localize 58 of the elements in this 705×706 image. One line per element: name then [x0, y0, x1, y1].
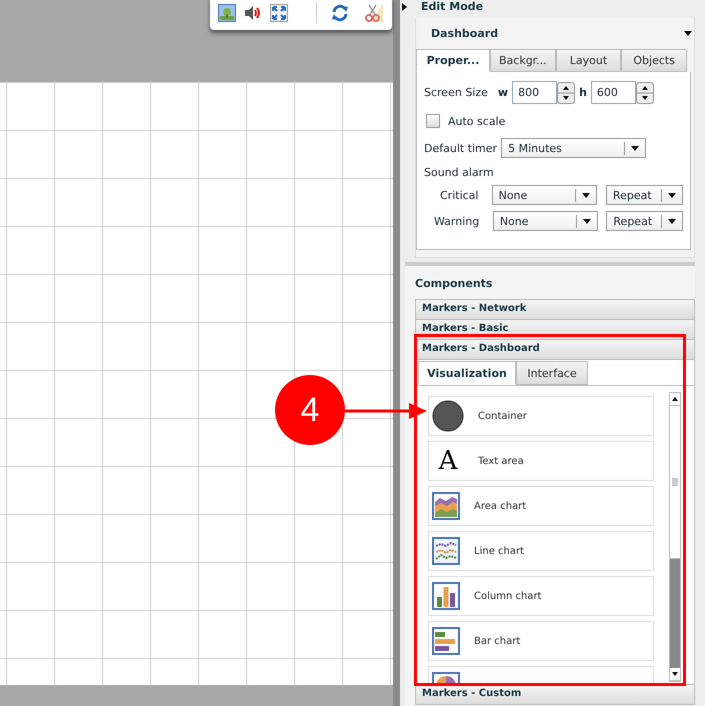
- scissors-icon[interactable]: [365, 4, 383, 22]
- checkbox[interactable]: [426, 114, 440, 128]
- width-label: w: [498, 86, 508, 99]
- image-icon[interactable]: [218, 4, 236, 22]
- tab[interactable]: Objects: [621, 49, 688, 72]
- accordion-header[interactable]: Markers - Custom: [415, 684, 695, 705]
- accordion-header[interactable]: Markers - Network: [415, 299, 695, 320]
- caret-icon: [631, 146, 640, 150]
- panel-title: Dashboard: [431, 27, 498, 40]
- grip-icon: [672, 478, 678, 486]
- field-label: Default timer: [424, 142, 498, 154]
- tab[interactable]: Backgr...: [490, 49, 556, 72]
- field-label: Sound alarm: [424, 166, 494, 179]
- bar-chart-icon: [432, 627, 460, 655]
- component-item[interactable]: Column chart: [428, 576, 654, 616]
- caret-icon: [684, 31, 692, 36]
- caret-icon: [668, 192, 676, 198]
- tab[interactable]: Visualization: [418, 361, 516, 385]
- component-item[interactable]: Bar chart: [428, 621, 654, 661]
- component-item[interactable]: A Text area: [428, 441, 654, 481]
- accordion-header[interactable]: Markers - Dashboard: [415, 339, 695, 360]
- caret-icon: [582, 218, 591, 224]
- input-field[interactable]: 800: [512, 81, 558, 104]
- fullscreen-icon[interactable]: [270, 4, 288, 22]
- scroll-up-icon[interactable]: [670, 393, 680, 406]
- checkbox-label: Auto scale: [448, 114, 506, 128]
- speaker-icon[interactable]: [244, 5, 262, 21]
- letter-icon: A: [432, 445, 464, 477]
- input-field[interactable]: 600: [590, 81, 636, 104]
- caret-icon: [668, 218, 676, 224]
- component-item[interactable]: Container: [428, 396, 654, 436]
- section-title: Components: [415, 277, 494, 290]
- scroll-down-icon[interactable]: [670, 668, 680, 681]
- component-item[interactable]: Line chart: [428, 531, 654, 571]
- refresh-icon[interactable]: [331, 4, 349, 22]
- dropdown[interactable]: Repeat: [606, 185, 683, 205]
- tab[interactable]: Interface: [516, 361, 588, 385]
- spin-buttons-icon[interactable]: [636, 82, 654, 104]
- component-item[interactable]: Area chart: [428, 486, 654, 526]
- area-chart-icon: [432, 492, 460, 520]
- expand-arrow-icon[interactable]: [402, 2, 407, 10]
- alarm-label: Warning: [434, 214, 480, 228]
- spin-buttons-icon[interactable]: [557, 82, 576, 104]
- height-label: h: [579, 86, 587, 99]
- tab[interactable]: Layout: [556, 49, 622, 72]
- circle-icon: [432, 400, 464, 432]
- scrollbar[interactable]: [669, 392, 681, 682]
- caret-icon: [582, 192, 590, 198]
- tab[interactable]: Proper...: [416, 49, 490, 72]
- line-chart-icon: [432, 537, 460, 565]
- dropdown[interactable]: None: [492, 211, 598, 231]
- dropdown[interactable]: 5 Minutes: [501, 138, 646, 158]
- column-chart-icon: [432, 582, 460, 610]
- dropdown[interactable]: None: [492, 185, 598, 205]
- section-title: Edit Mode: [421, 0, 484, 13]
- dropdown[interactable]: Repeat: [606, 211, 683, 231]
- alarm-label: Critical: [440, 188, 480, 202]
- field-label: Screen Size: [424, 86, 488, 99]
